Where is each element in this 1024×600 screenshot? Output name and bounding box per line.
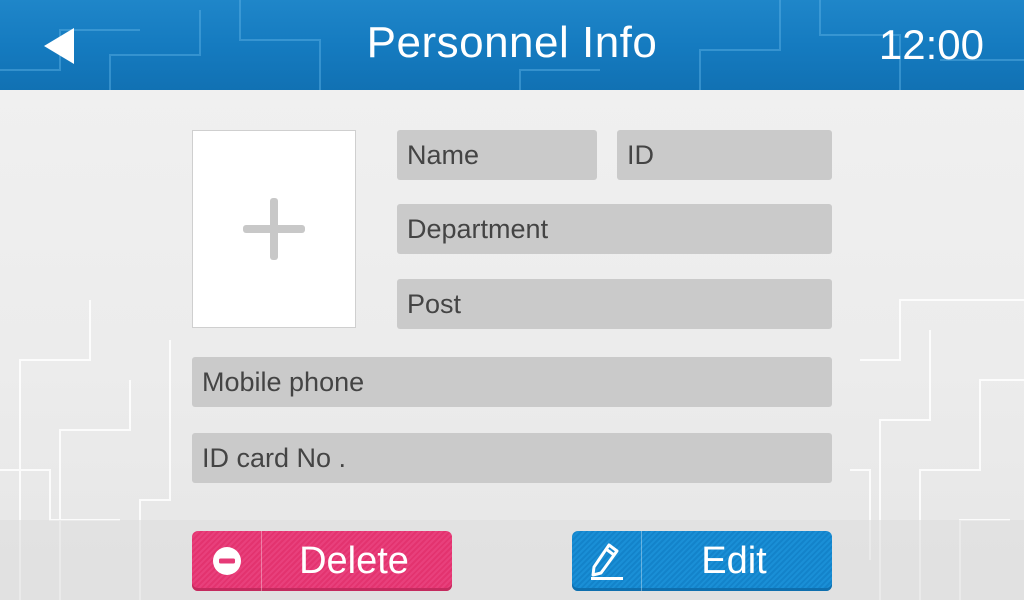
mobile-phone-field[interactable]: Mobile phone — [192, 357, 832, 407]
page-title: Personnel Info — [366, 18, 658, 67]
header-bar: Personnel Info 12:00 — [0, 0, 1024, 90]
footer-bar — [0, 520, 1024, 600]
name-field[interactable]: Name — [397, 130, 597, 180]
delete-icon-wrap — [192, 531, 262, 591]
id-field[interactable]: ID — [617, 130, 832, 180]
photo-upload[interactable] — [192, 130, 356, 328]
post-field[interactable]: Post — [397, 279, 832, 329]
pencil-icon — [590, 543, 623, 580]
plus-icon — [243, 198, 305, 260]
edit-label: Edit — [701, 539, 767, 582]
department-field[interactable]: Department — [397, 204, 832, 254]
delete-button[interactable]: Delete — [192, 531, 452, 591]
minus-circle-icon — [212, 547, 241, 575]
delete-label: Delete — [299, 539, 409, 582]
clock: 12:00 — [878, 21, 984, 68]
id-card-field[interactable]: ID card No . — [192, 433, 832, 483]
edit-icon-wrap — [572, 531, 642, 591]
edit-button[interactable]: Edit — [572, 531, 832, 591]
